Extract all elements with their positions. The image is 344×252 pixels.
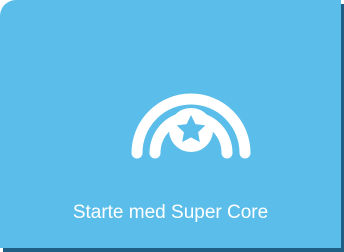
super-core-card[interactable]: Starte med Super Core xyxy=(0,0,341,248)
card-label: Starte med Super Core xyxy=(72,202,269,223)
star-rainbow-icon xyxy=(129,62,253,162)
